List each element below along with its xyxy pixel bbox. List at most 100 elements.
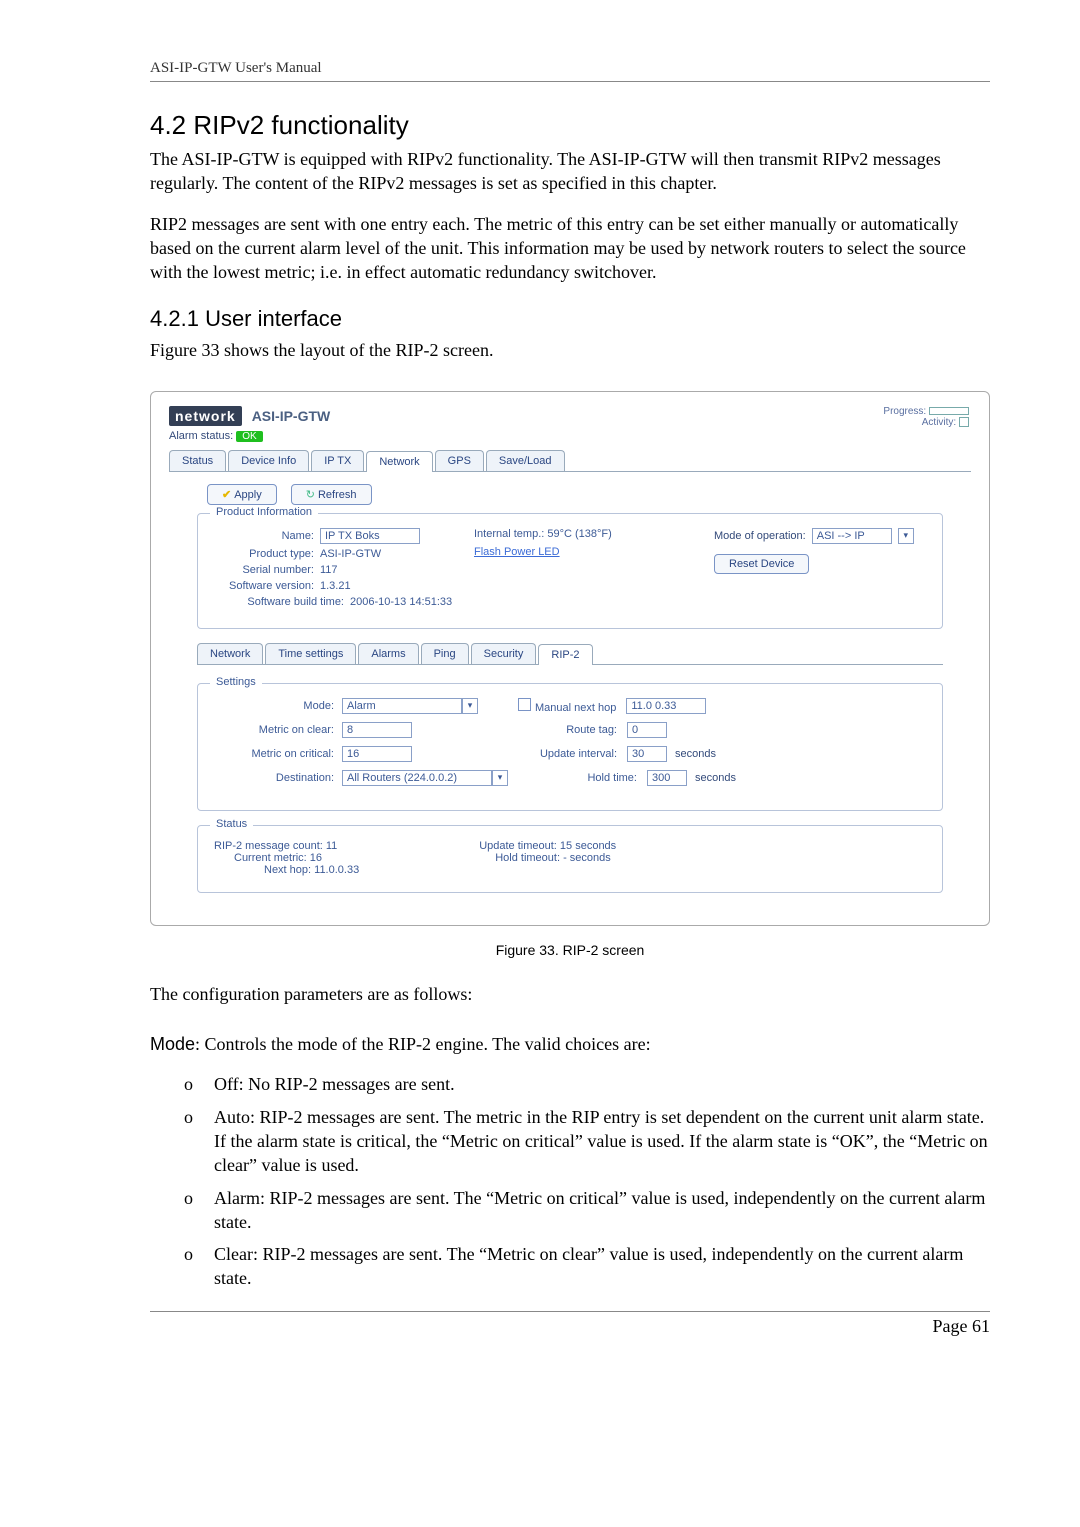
list-item: oAlarm: RIP-2 messages are sent. The “Me…: [184, 1186, 990, 1235]
figure-caption: Figure 33. RIP-2 screen: [150, 942, 990, 958]
tab-inner-rip2[interactable]: RIP-2: [538, 644, 592, 665]
paragraph-figure-ref: Figure 33 shows the layout of the RIP-2 …: [150, 338, 990, 362]
product-info-legend: Product Information: [210, 506, 318, 518]
status-next-hop: Next hop: 11.0.0.33: [214, 864, 359, 876]
status-current-metric: Current metric: 16: [214, 852, 359, 864]
manual-next-hop-checkbox[interactable]: [518, 698, 531, 711]
status-corner: Progress: Activity:: [883, 406, 969, 428]
destination-label: Destination:: [214, 772, 342, 784]
status-update-timeout: Update timeout: 15 seconds: [479, 840, 616, 852]
progress-bar: [929, 407, 969, 415]
tab-inner-security[interactable]: Security: [471, 643, 537, 664]
bullet-off: Off: No RIP-2 messages are sent.: [214, 1072, 455, 1096]
list-item: oOff: No RIP-2 messages are sent.: [184, 1072, 990, 1096]
section-number: 4.2: [150, 110, 186, 140]
refresh-icon: ↻: [306, 489, 315, 501]
mode-select[interactable]: Alarm: [342, 698, 462, 714]
internal-temp: Internal temp.: 59°C (138°F): [474, 528, 694, 540]
pi-build-value: 2006-10-13 14:51:33: [350, 596, 452, 608]
pi-name-input[interactable]: IP TX Boks: [320, 528, 420, 544]
update-interval-label: Update interval:: [522, 748, 617, 760]
main-tabstrip: Status Device Info IP TX Network GPS Sav…: [169, 450, 971, 472]
settings-fieldset: Settings Mode: Alarm ▾ Manual next hop 1…: [197, 683, 943, 811]
destination-select[interactable]: All Routers (224.0.0.2): [342, 770, 492, 786]
alarm-status-value: OK: [236, 431, 262, 442]
flash-power-led-link[interactable]: Flash Power LED: [474, 546, 694, 558]
tab-inner-ping[interactable]: Ping: [421, 643, 469, 664]
status-hold-timeout: Hold timeout: - seconds: [479, 852, 616, 864]
subsection-number: 4.2.1: [150, 306, 199, 331]
tab-device-info[interactable]: Device Info: [228, 450, 309, 471]
inner-tabstrip: Network Time settings Alarms Ping Securi…: [197, 643, 943, 665]
mode-label: Mode:: [214, 700, 342, 712]
hold-time-label: Hold time:: [542, 772, 637, 784]
metric-clear-input[interactable]: 8: [342, 722, 412, 738]
status-msg-count: RIP-2 message count: 11: [214, 840, 359, 852]
list-item: oClear: RIP-2 messages are sent. The “Me…: [184, 1242, 990, 1291]
mode-of-operation-label: Mode of operation:: [714, 530, 806, 542]
activity-led: [959, 417, 969, 427]
reset-device-button[interactable]: Reset Device: [714, 554, 809, 574]
pi-ptype-label: Product type:: [214, 548, 320, 560]
mode-param-text: : Controls the mode of the RIP-2 engine.…: [195, 1034, 651, 1054]
paragraph-rip2: RIP2 messages are sent with one entry ea…: [150, 212, 990, 285]
pi-serial-label: Serial number:: [214, 564, 320, 576]
tab-network[interactable]: Network: [366, 451, 432, 472]
chevron-down-icon[interactable]: ▾: [492, 770, 508, 786]
progress-label: Progress:: [883, 406, 926, 417]
section-title: 4.2 RIPv2 functionality: [150, 110, 990, 141]
tab-inner-time[interactable]: Time settings: [265, 643, 356, 664]
mode-options-list: oOff: No RIP-2 messages are sent. oAuto:…: [184, 1072, 990, 1290]
seconds-label-2: seconds: [695, 772, 736, 784]
route-tag-label: Route tag:: [522, 724, 617, 736]
paragraph-intro: The ASI-IP-GTW is equipped with RIPv2 fu…: [150, 147, 990, 196]
mode-value: Alarm: [347, 700, 376, 712]
tab-inner-alarms[interactable]: Alarms: [358, 643, 418, 664]
logo-word: network: [169, 406, 242, 426]
settings-legend: Settings: [210, 676, 262, 688]
chevron-down-icon[interactable]: ▾: [462, 698, 478, 714]
seconds-label: seconds: [675, 748, 716, 760]
manual-next-hop-input[interactable]: 11.0 0.33: [626, 698, 706, 714]
refresh-button[interactable]: ↻Refresh: [291, 484, 372, 505]
bullet-alarm: Alarm: RIP-2 messages are sent. The “Met…: [214, 1186, 990, 1235]
pi-build-label: Software build time:: [214, 596, 350, 608]
subsection-heading: User interface: [205, 306, 342, 331]
pi-swver-label: Software version:: [214, 580, 320, 592]
pi-swver-value: 1.3.21: [320, 580, 351, 592]
subsection-title: 4.2.1 User interface: [150, 306, 990, 332]
activity-label: Activity:: [922, 417, 956, 428]
status-fieldset: Status RIP-2 message count: 11 Current m…: [197, 825, 943, 893]
update-interval-input[interactable]: 30: [627, 746, 667, 762]
page-footer: Page 61: [150, 1311, 990, 1337]
moo-value: ASI --> IP: [817, 530, 865, 542]
metric-critical-label: Metric on critical:: [214, 748, 342, 760]
tab-save-load[interactable]: Save/Load: [486, 450, 565, 471]
pi-ptype-value: ASI-IP-GTW: [320, 548, 381, 560]
route-tag-input[interactable]: 0: [627, 722, 667, 738]
metric-critical-input[interactable]: 16: [342, 746, 412, 762]
section-heading: RIPv2 functionality: [193, 110, 408, 140]
mode-of-operation-select[interactable]: ASI --> IP: [812, 528, 892, 544]
status-legend: Status: [210, 818, 253, 830]
tab-gps[interactable]: GPS: [435, 450, 484, 471]
refresh-label: Refresh: [318, 489, 357, 501]
mode-param-label: Mode: [150, 1034, 195, 1054]
metric-clear-label: Metric on clear:: [214, 724, 342, 736]
pi-name-label: Name:: [214, 530, 320, 542]
apply-button[interactable]: ✔Apply: [207, 484, 277, 505]
hold-time-input[interactable]: 300: [647, 770, 687, 786]
check-icon: ✔: [222, 489, 231, 501]
alarm-status-label: Alarm status:: [169, 430, 233, 442]
mode-param-line: Mode: Controls the mode of the RIP-2 eng…: [150, 1032, 990, 1056]
bullet-clear: Clear: RIP-2 messages are sent. The “Met…: [214, 1242, 990, 1291]
tab-ip-tx[interactable]: IP TX: [311, 450, 364, 471]
product-info-fieldset: Product Information Name:IP TX Boks Prod…: [197, 513, 943, 629]
tab-inner-network[interactable]: Network: [197, 643, 263, 664]
destination-value: All Routers (224.0.0.2): [347, 772, 457, 784]
apply-label: Apply: [234, 489, 262, 501]
chevron-down-icon[interactable]: ▾: [898, 528, 914, 544]
page-number: Page 61: [933, 1316, 991, 1336]
tab-status[interactable]: Status: [169, 450, 226, 471]
logo-model: ASI-IP-GTW: [252, 408, 331, 424]
